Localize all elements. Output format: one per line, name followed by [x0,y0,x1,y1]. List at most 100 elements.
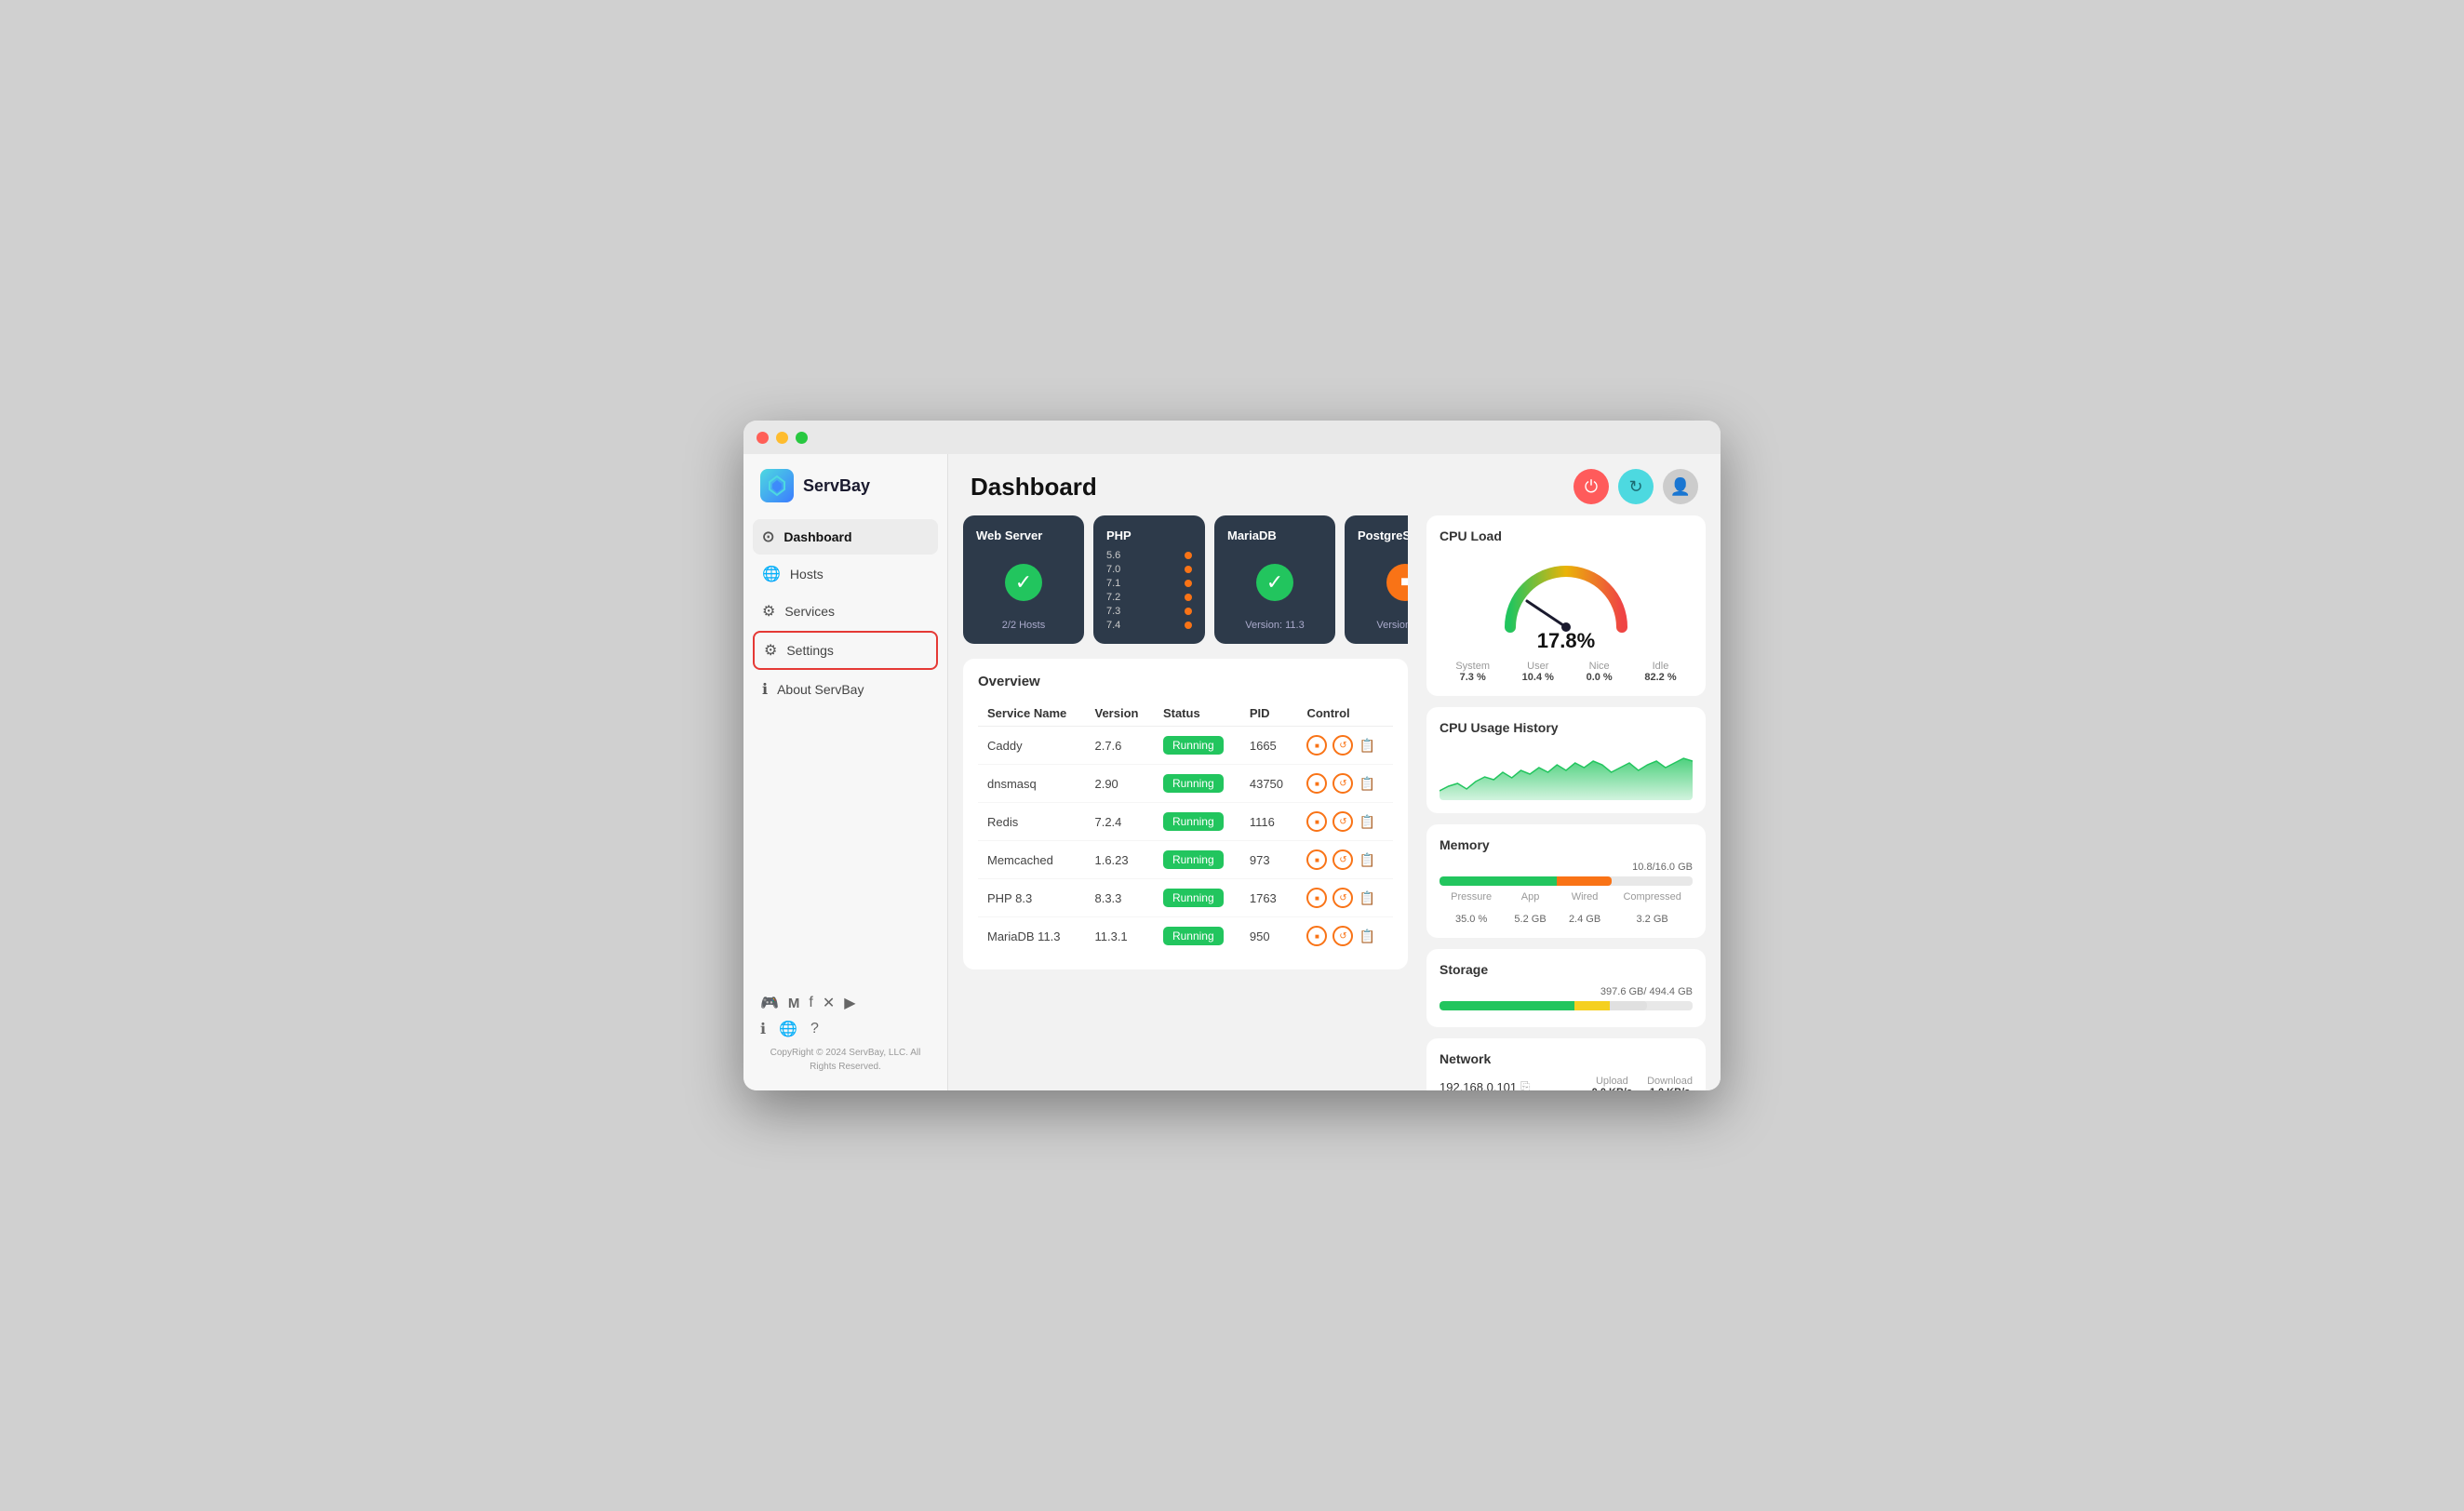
sidebar-item-dashboard[interactable]: ⊙ Dashboard [753,519,938,555]
control-buttons: ■ ↺ 📋 [1306,811,1384,832]
service-name-cell: PHP 8.3 [978,879,1085,917]
sidebar-footer: 🎮 M f ✕ ▶ ℹ 🌐 ? CopyRight © 2024 ServBay… [743,984,947,1079]
refresh-button[interactable]: ↻ [1618,469,1654,504]
pid-cell: 1763 [1240,879,1298,917]
postgresql-card[interactable]: PostgreSQL ■ Version: N/A [1345,515,1408,644]
php-versions: 5.6 7.0 7.1 7.2 7.3 7.4 [1106,550,1192,631]
pid-cell: 950 [1240,917,1298,956]
stop-button[interactable]: ■ [1306,888,1327,908]
webserver-status-icon: ✓ [976,550,1071,614]
minimize-button[interactable] [776,432,788,444]
table-row: Caddy 2.7.6 Running 1665 ■ ↺ 📋 [978,727,1393,765]
restart-button[interactable]: ↺ [1332,773,1353,794]
php-version-row: 5.6 [1106,550,1192,561]
php-card[interactable]: PHP 5.6 7.0 7.1 7.2 7.3 7.4 [1093,515,1205,644]
cpu-system-value: 7.3 % [1460,672,1486,683]
restart-button[interactable]: ↺ [1332,735,1353,756]
info2-icon[interactable]: ℹ [760,1020,766,1038]
status-cell: Running [1154,803,1240,841]
status-cell: Running [1154,841,1240,879]
check-icon: ✓ [1005,564,1042,601]
stop-button[interactable]: ■ [1306,811,1327,832]
cpu-load-title: CPU Load [1440,528,1693,543]
control-cell: ■ ↺ 📋 [1297,879,1393,917]
right-panel: CPU Load [1423,515,1721,1090]
php-card-title: PHP [1106,528,1192,542]
webserver-subtitle: 2/2 Hosts [976,620,1071,631]
log-button[interactable]: 📋 [1359,776,1374,792]
website-icon[interactable]: 🌐 [779,1020,797,1038]
copy-icon[interactable]: ⎘ [1520,1079,1530,1090]
log-button[interactable]: 📋 [1359,890,1374,906]
app-body: ServBay ⊙ Dashboard 🌐 Hosts ⚙ Services ⚙ [743,454,1721,1090]
sidebar: ServBay ⊙ Dashboard 🌐 Hosts ⚙ Services ⚙ [743,454,948,1090]
maximize-button[interactable] [796,432,808,444]
php-version-row: 7.0 [1106,564,1192,575]
social-icons: 🎮 M f ✕ ▶ [760,994,931,1012]
power-button[interactable]: ⏻ [1573,469,1609,504]
mariadb-card-title: MariaDB [1227,528,1322,542]
restart-button[interactable]: ↺ [1332,888,1353,908]
network-ip: 192.168.0.101 [1440,1080,1517,1091]
webserver-card-title: Web Server [976,528,1071,542]
upload-label: Upload [1592,1076,1632,1087]
stop-button[interactable]: ■ [1306,926,1327,946]
cpu-history-title: CPU Usage History [1440,720,1693,735]
log-button[interactable]: 📋 [1359,738,1374,754]
close-button[interactable] [757,432,769,444]
sidebar-item-hosts[interactable]: 🌐 Hosts [753,556,938,592]
service-name-cell: MariaDB 11.3 [978,917,1085,956]
webserver-card[interactable]: Web Server ✓ 2/2 Hosts [963,515,1084,644]
pid-cell: 43750 [1240,765,1298,803]
mem-stat-wired: Wired 2.4 GB [1569,891,1600,925]
log-button[interactable]: 📋 [1359,852,1374,868]
user-button[interactable]: 👤 [1663,469,1698,504]
pid-cell: 1665 [1240,727,1298,765]
service-cards: Web Server ✓ 2/2 Hosts PHP 5.6 7.0 [963,515,1408,644]
twitter-icon[interactable]: ✕ [823,994,835,1012]
stop-button[interactable]: ■ [1306,735,1327,756]
sidebar-item-services[interactable]: ⚙ Services [753,594,938,629]
dot-icon [1185,608,1192,615]
version-cell: 11.3.1 [1085,917,1153,956]
cpu-history-svg [1440,744,1693,800]
stop-button[interactable]: ■ [1306,773,1327,794]
sidebar-logo: ServBay [743,469,947,519]
download-stat: Download 1.0 KB/s [1647,1076,1693,1090]
download-label: Download [1647,1076,1693,1087]
discord-icon[interactable]: 🎮 [760,994,779,1012]
restart-button[interactable]: ↺ [1332,811,1353,832]
status-badge: Running [1163,736,1224,755]
memory-bar-container: 10.8/16.0 GB [1440,862,1693,886]
log-button[interactable]: 📋 [1359,929,1374,944]
services-table: Service Name Version Status PID Control … [978,701,1393,955]
col-service-name: Service Name [978,701,1085,727]
sidebar-item-label: Services [784,604,835,619]
mariadb-card[interactable]: MariaDB ✓ Version: 11.3 [1214,515,1335,644]
php-version-row: 7.4 [1106,620,1192,631]
version-cell: 2.7.6 [1085,727,1153,765]
header-actions: ⏻ ↻ 👤 [1573,469,1698,504]
medium-icon[interactable]: M [788,996,800,1011]
status-badge: Running [1163,850,1224,869]
mariadb-status-icon: ✓ [1227,550,1322,614]
restart-button[interactable]: ↺ [1332,849,1353,870]
logo-text: ServBay [803,476,870,496]
table-row: Redis 7.2.4 Running 1116 ■ ↺ 📋 [978,803,1393,841]
restart-button[interactable]: ↺ [1332,926,1353,946]
sidebar-item-settings[interactable]: ⚙ Settings [753,631,938,670]
service-name-cell: dnsmasq [978,765,1085,803]
status-cell: Running [1154,727,1240,765]
log-button[interactable]: 📋 [1359,814,1374,830]
php-version-row: 7.3 [1106,606,1192,617]
youtube-icon[interactable]: ▶ [844,994,855,1012]
facebook-icon[interactable]: f [809,995,812,1011]
status-badge: Running [1163,774,1224,793]
cpu-idle-label: Idle [1644,661,1676,672]
sidebar-item-about[interactable]: ℹ About ServBay [753,672,938,707]
memory-widget: Memory 10.8/16.0 GB Pressure [1426,824,1706,938]
stop-button[interactable]: ■ [1306,849,1327,870]
sidebar-item-label: Dashboard [783,529,851,544]
help-icon[interactable]: ? [810,1021,819,1037]
storage-bar-fill [1440,1001,1647,1010]
